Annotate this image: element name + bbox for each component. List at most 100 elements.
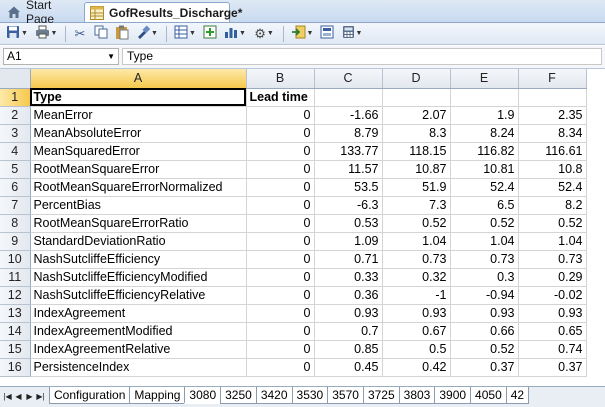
row-header[interactable]: 9 <box>0 232 31 251</box>
cell[interactable]: 118.15 <box>382 142 451 161</box>
column-header[interactable]: E <box>450 69 519 89</box>
cell[interactable]: 0.52 <box>518 214 587 233</box>
row-header[interactable]: 10 <box>0 250 31 269</box>
column-header[interactable]: A <box>30 69 247 89</box>
sheet-tab[interactable]: 3530 <box>291 387 329 404</box>
cell[interactable]: 0.73 <box>382 250 451 269</box>
cell[interactable]: 52.4 <box>518 178 587 197</box>
last-sheet-icon[interactable]: ▶| <box>35 387 46 405</box>
table-button[interactable]: ▼ <box>171 25 199 43</box>
cell[interactable]: 0.29 <box>518 268 587 287</box>
cell[interactable]: 0.67 <box>382 322 451 341</box>
cell[interactable]: IndexAgreementRelative <box>30 340 247 359</box>
cell[interactable]: PercentBias <box>30 196 247 215</box>
row-header[interactable]: 16 <box>0 358 31 377</box>
cell[interactable]: 8.34 <box>518 124 587 143</box>
cell[interactable]: 53.5 <box>314 178 383 197</box>
sheet-tab[interactable]: 4050 <box>470 387 507 404</box>
cell[interactable]: 0.7 <box>314 322 383 341</box>
cell[interactable]: MeanSquaredError <box>30 142 247 161</box>
sheet-tab[interactable]: 3725 <box>362 387 400 404</box>
cell[interactable]: 10.8 <box>518 160 587 179</box>
sheet-tab[interactable]: Mapping <box>129 387 186 404</box>
sheet-tab[interactable]: 3900 <box>434 387 472 404</box>
cell[interactable] <box>382 88 451 107</box>
cell[interactable]: 0.93 <box>518 304 587 323</box>
cell[interactable]: 8.24 <box>450 124 519 143</box>
cell[interactable]: 0 <box>246 124 315 143</box>
sheet-tab[interactable]: 3420 <box>255 387 293 404</box>
cell[interactable]: 2.07 <box>382 106 451 125</box>
row-header[interactable]: 8 <box>0 214 31 233</box>
cell[interactable]: 0.52 <box>450 340 519 359</box>
row-header[interactable]: 6 <box>0 178 31 197</box>
cell[interactable]: 0.71 <box>314 250 383 269</box>
cell[interactable]: 0 <box>246 178 315 197</box>
first-sheet-icon[interactable]: |◀ <box>2 387 13 405</box>
cell[interactable]: 0.93 <box>382 304 451 323</box>
spreadsheet-grid[interactable]: A B C D E F 1 Type Lead time 2 MeanError 0… <box>0 69 605 386</box>
cell[interactable]: 0.37 <box>518 358 587 377</box>
paste-button[interactable] <box>112 25 132 43</box>
row-header[interactable]: 14 <box>0 322 31 341</box>
cell[interactable]: 0.74 <box>518 340 587 359</box>
calculator-button[interactable]: ▼ <box>338 25 366 43</box>
cell[interactable]: 0.5 <box>382 340 451 359</box>
cell[interactable]: IndexAgreement <box>30 304 247 323</box>
cell[interactable]: RootMeanSquareErrorRatio <box>30 214 247 233</box>
row-header[interactable]: 5 <box>0 160 31 179</box>
cell[interactable]: 0 <box>246 196 315 215</box>
cell[interactable]: 0.42 <box>382 358 451 377</box>
cell[interactable]: 0.33 <box>314 268 383 287</box>
cell[interactable]: 0.3 <box>450 268 519 287</box>
sheet-tab[interactable]: 3570 <box>327 387 364 404</box>
cell[interactable]: 0 <box>246 358 315 377</box>
row-header[interactable]: 11 <box>0 268 31 287</box>
cell[interactable]: 0.32 <box>382 268 451 287</box>
cell[interactable]: 7.3 <box>382 196 451 215</box>
cell[interactable]: MeanError <box>30 106 247 125</box>
cell[interactable]: -0.94 <box>450 286 519 305</box>
cell[interactable]: 0.66 <box>450 322 519 341</box>
cell[interactable]: 0.93 <box>314 304 383 323</box>
cell[interactable]: NashSutcliffeEfficiencyRelative <box>30 286 247 305</box>
cell[interactable]: 0.52 <box>450 214 519 233</box>
cell[interactable]: 10.87 <box>382 160 451 179</box>
cell[interactable]: 0 <box>246 268 315 287</box>
cell[interactable]: 0 <box>246 286 315 305</box>
cell[interactable]: StandardDeviationRatio <box>30 232 247 251</box>
cell[interactable]: 8.79 <box>314 124 383 143</box>
cell[interactable]: 8.2 <box>518 196 587 215</box>
import-button[interactable]: ▼ <box>288 25 316 43</box>
next-sheet-icon[interactable]: ▶ <box>24 387 35 405</box>
row-header[interactable]: 2 <box>0 106 31 125</box>
tab-start-page[interactable]: Start Page <box>2 0 82 26</box>
cell[interactable]: 0 <box>246 340 315 359</box>
cell[interactable]: 0.93 <box>450 304 519 323</box>
cell[interactable]: 1.9 <box>450 106 519 125</box>
cell[interactable]: 0 <box>246 214 315 233</box>
select-all-corner[interactable] <box>0 69 31 89</box>
insert-button[interactable] <box>200 25 220 43</box>
cell[interactable]: 0.73 <box>518 250 587 269</box>
cell[interactable]: Type <box>30 88 247 107</box>
cell[interactable]: 0 <box>246 304 315 323</box>
cell[interactable]: 0.53 <box>314 214 383 233</box>
settings-button[interactable]: ⚙ ▼ <box>250 25 278 43</box>
cell[interactable]: 116.61 <box>518 142 587 161</box>
row-header[interactable]: 4 <box>0 142 31 161</box>
cell[interactable]: PersistenceIndex <box>30 358 247 377</box>
cell[interactable]: 0 <box>246 160 315 179</box>
cell[interactable]: 8.3 <box>382 124 451 143</box>
save-button[interactable]: ▼ <box>3 25 31 43</box>
cell[interactable]: 11.57 <box>314 160 383 179</box>
cell[interactable]: -0.02 <box>518 286 587 305</box>
cell[interactable]: 0.37 <box>450 358 519 377</box>
format-painter-button[interactable]: ▼ <box>133 25 161 43</box>
cell[interactable]: 0.52 <box>382 214 451 233</box>
cell[interactable]: 51.9 <box>382 178 451 197</box>
row-header[interactable]: 12 <box>0 286 31 305</box>
cell[interactable]: 0.36 <box>314 286 383 305</box>
cell[interactable]: 116.82 <box>450 142 519 161</box>
sheet-tab[interactable]: 3250 <box>220 387 257 404</box>
